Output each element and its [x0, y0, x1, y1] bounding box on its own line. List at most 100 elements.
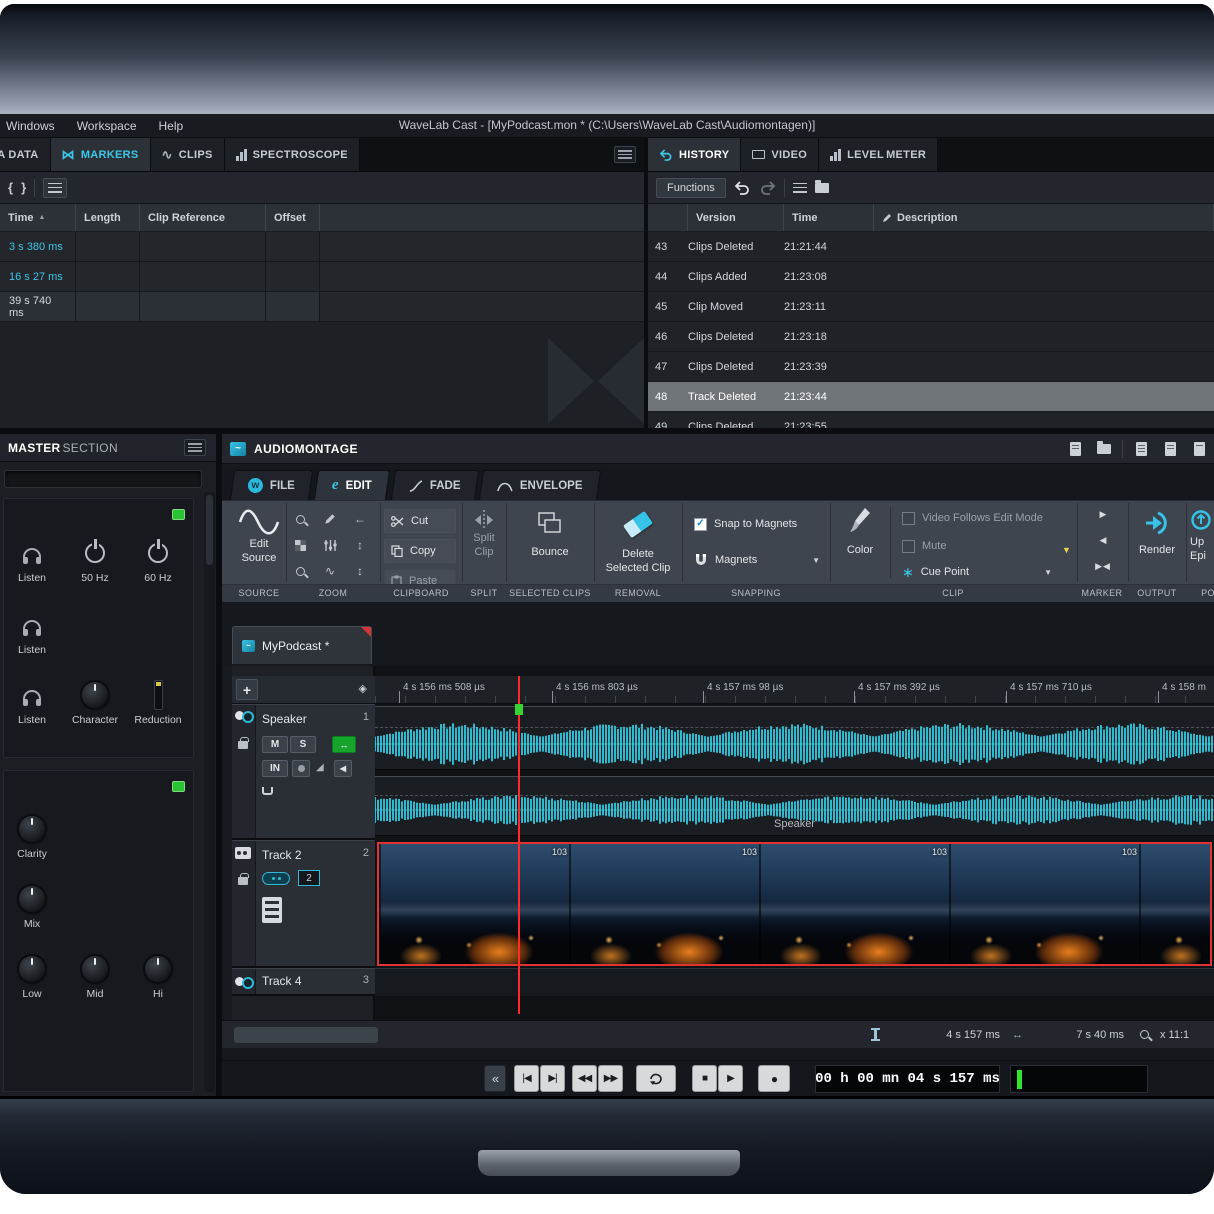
mute-button[interactable]: M: [262, 736, 288, 753]
column-version[interactable]: Version: [688, 204, 784, 231]
rewind-button[interactable]: ◀◀: [572, 1065, 597, 1092]
lock-icon[interactable]: [238, 877, 248, 885]
playhead-marker[interactable]: [515, 704, 523, 715]
plugin-on-indicator[interactable]: [172, 509, 185, 520]
listen-control[interactable]: Listen: [4, 611, 60, 656]
marker-functions-button[interactable]: [43, 178, 67, 198]
ribbon-tab-envelope[interactable]: ENVELOPE: [479, 470, 601, 500]
forward-button[interactable]: ▶▶: [598, 1065, 623, 1092]
tab-metadata[interactable]: TA DATA: [0, 138, 51, 171]
zoom-button[interactable]: [290, 561, 310, 581]
horizontal-scrollbar[interactable]: [234, 1027, 378, 1043]
listen-control[interactable]: Listen: [4, 539, 60, 584]
playhead-cursor[interactable]: [518, 676, 520, 1014]
column-clip-reference[interactable]: Clip Reference: [140, 204, 266, 231]
cut-button[interactable]: Cut: [384, 509, 456, 533]
insert-marker-pair-button[interactable]: ▶◀: [1086, 561, 1120, 572]
track-name[interactable]: Track 4: [262, 974, 302, 988]
frame-rate-badge[interactable]: 2: [298, 870, 320, 886]
monitor-button[interactable]: ◀: [334, 760, 352, 777]
ribbon-tab-edit[interactable]: e EDIT: [314, 470, 390, 500]
ribbon-tab-fade[interactable]: FADE: [391, 470, 479, 500]
insert-marker-button[interactable]: ▶: [1090, 509, 1116, 520]
undo-button[interactable]: [734, 181, 751, 195]
menu-windows[interactable]: Windows: [6, 119, 55, 133]
color-swatch-dropdown-icon[interactable]: ▼: [1062, 545, 1071, 555]
more-files-icon[interactable]: [1188, 438, 1210, 460]
zoom-level-button[interactable]: [290, 535, 310, 555]
marker-row[interactable]: 16 s 27 ms: [0, 262, 644, 292]
clarity-knob[interactable]: Clarity: [4, 815, 60, 860]
go-to-start-button[interactable]: |◀: [514, 1065, 539, 1092]
edit-source-button[interactable]: Edit Source: [232, 507, 286, 565]
tab-history[interactable]: HISTORY: [648, 138, 741, 171]
zoom-to-start-button[interactable]: ←: [350, 509, 370, 529]
render-button[interactable]: Render: [1128, 509, 1186, 557]
waveform-lane-1[interactable]: [375, 707, 1214, 769]
tab-markers[interactable]: ⋈ MARKERS: [51, 138, 151, 171]
zoom-audio-button[interactable]: ∿: [320, 561, 340, 581]
history-row[interactable]: 43 Clips Deleted 21:21:44: [648, 232, 1214, 262]
filmstrip-icon[interactable]: [262, 897, 282, 923]
video-follows-edit-mode-checkbox[interactable]: Video Follows Edit Mode: [902, 511, 1043, 525]
history-row-selected[interactable]: 48 Track Deleted 21:23:44: [648, 382, 1214, 412]
insert-marker-left-button[interactable]: {: [8, 180, 13, 195]
master-scrollbar[interactable]: [204, 492, 215, 1092]
export-file-icon[interactable]: [1130, 438, 1152, 460]
character-knob[interactable]: Character: [67, 681, 123, 726]
zoom-edit-button[interactable]: [320, 509, 340, 529]
document-tab-mypodcast[interactable]: ~ MyPodcast *: [232, 626, 372, 664]
record-button[interactable]: ●: [758, 1065, 790, 1092]
history-row[interactable]: 46 Clips Deleted 21:23:18: [648, 322, 1214, 352]
ribbon-tab-file[interactable]: w FILE: [230, 470, 313, 500]
plugin-on-indicator[interactable]: [172, 781, 185, 792]
new-montage-icon[interactable]: [1064, 438, 1086, 460]
video-clip-selected[interactable]: 103 103 103 103: [377, 842, 1212, 966]
track-header-speaker[interactable]: Speaker 1 M S ↔ IN ◢ ◀: [232, 704, 375, 840]
hum-60hz-control[interactable]: 60 Hz: [130, 539, 186, 584]
marker-row-selected[interactable]: 39 s 740 ms: [0, 292, 644, 322]
add-track-button[interactable]: +: [236, 679, 258, 700]
listen-control[interactable]: Listen: [4, 681, 60, 726]
hi-knob[interactable]: Hi: [130, 955, 186, 1000]
cue-point-dropdown[interactable]: ∗ Cue Point ▼: [902, 565, 1052, 579]
copy-button[interactable]: Copy: [384, 539, 456, 563]
routing-button[interactable]: ↔: [332, 736, 356, 753]
zoom-fit-button[interactable]: ↕: [350, 561, 370, 581]
record-arm-button[interactable]: [292, 760, 310, 777]
menu-workspace[interactable]: Workspace: [77, 119, 137, 133]
menu-help[interactable]: Help: [159, 119, 184, 133]
tab-clips[interactable]: ∿ CLIPS: [151, 138, 225, 171]
link-toggle[interactable]: [262, 872, 290, 885]
track-header-track2[interactable]: Track 2 2 2: [232, 840, 375, 968]
bounce-button[interactable]: Bounce: [506, 511, 594, 559]
column-description[interactable]: Description: [874, 204, 1214, 231]
insert-marker-right-button[interactable]: }: [21, 180, 26, 195]
tab-video[interactable]: VIDEO: [741, 138, 819, 171]
timeline-ruler[interactable]: 4 s 156 ms 508 µs 4 s 156 ms 803 µs 4 s …: [375, 676, 1214, 704]
tab-spectroscope[interactable]: SPECTROSCOPE: [225, 138, 360, 171]
envelope-mode-icon[interactable]: [262, 787, 273, 795]
track4-lane[interactable]: [375, 968, 1214, 996]
zoom-sliders-button[interactable]: [320, 535, 340, 555]
focus-track-icon[interactable]: ◈: [359, 682, 367, 695]
track-name[interactable]: Speaker: [262, 712, 307, 726]
fader-icon[interactable]: ◢: [316, 762, 324, 773]
panel-menu-icon[interactable]: [614, 146, 636, 163]
delete-selected-clip-button[interactable]: Delete Selected Clip: [594, 511, 682, 575]
history-row[interactable]: 49 Clips Deleted 21:23:55: [648, 412, 1214, 428]
stop-button[interactable]: ■: [692, 1065, 717, 1092]
open-folder-button[interactable]: [815, 183, 829, 193]
snap-to-magnets-checkbox[interactable]: ✓ Snap to Magnets: [694, 517, 797, 531]
history-row[interactable]: 45 Clip Moved 21:23:11: [648, 292, 1214, 322]
edit-file-icon[interactable]: [1159, 438, 1181, 460]
loop-button[interactable]: [636, 1065, 676, 1092]
history-row[interactable]: 47 Clips Deleted 21:23:39: [648, 352, 1214, 382]
functions-button[interactable]: Functions: [656, 178, 726, 198]
tab-level-meter[interactable]: LEVEL METER: [819, 138, 938, 171]
solo-button[interactable]: S: [290, 736, 316, 753]
upload-episode-button[interactable]: Up Epi: [1190, 509, 1214, 563]
collapse-transport-button[interactable]: «: [484, 1065, 506, 1092]
zoom-selection-button[interactable]: [290, 509, 310, 529]
track-header-track4[interactable]: Track 4 3: [232, 968, 375, 996]
